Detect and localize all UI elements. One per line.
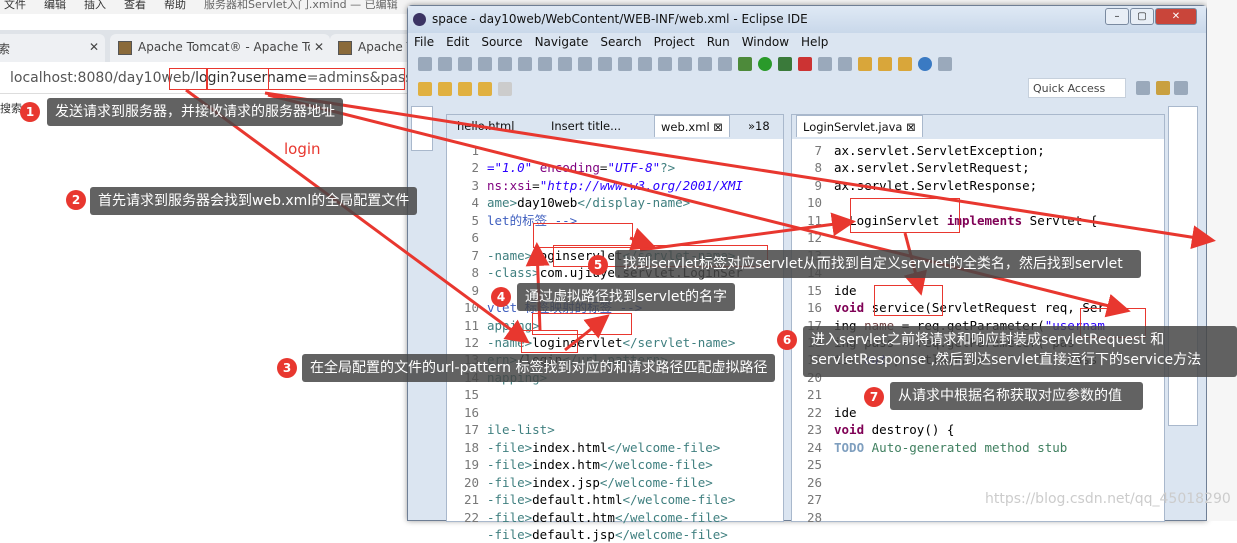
callout-step-4: 通过虚拟路径找到servlet的名字 bbox=[517, 283, 735, 311]
arrow-url-to-mapping bbox=[564, 314, 610, 352]
callout-step-7: 从请求中根据名称获取对应参数的值 bbox=[890, 382, 1143, 410]
watermark: https://blog.csdn.net/qq_45018290 bbox=[985, 491, 1231, 507]
step-badge-7: 7 bbox=[864, 387, 884, 407]
arrow-request-to-webxml bbox=[264, 91, 1216, 250]
arrow-login-to-url-pattern bbox=[185, 88, 530, 344]
step-badge-2: 2 bbox=[66, 190, 86, 210]
step-badge-6: 6 bbox=[777, 330, 797, 350]
arrow-name-to-class bbox=[629, 227, 656, 251]
step-badge-1: 1 bbox=[20, 102, 40, 122]
callout-step-6: 进入servlet之前将请求和响应封装成servletRequest 和 serv… bbox=[803, 326, 1237, 377]
login-label: login bbox=[284, 140, 321, 158]
callout-step-2: 首先请求到服务器会找到web.xml的全局配置文件 bbox=[90, 187, 418, 215]
step-badge-4: 4 bbox=[491, 287, 511, 307]
callout-step-1: 发送请求到服务器，并接收请求的服务器地址 bbox=[47, 98, 343, 126]
callout-step-5: 找到servlet标签对应servlet从而找到自定义servlet的全类名，然… bbox=[615, 250, 1141, 278]
arrow-class-to-loginservlet bbox=[639, 212, 856, 252]
callout-step-3: 在全局配置的文件的url-pattern 标签找到对应的和请求路径匹配虚拟路径 bbox=[302, 354, 776, 382]
step-badge-3: 3 bbox=[277, 358, 297, 378]
step-badge-5: 5 bbox=[588, 255, 608, 275]
